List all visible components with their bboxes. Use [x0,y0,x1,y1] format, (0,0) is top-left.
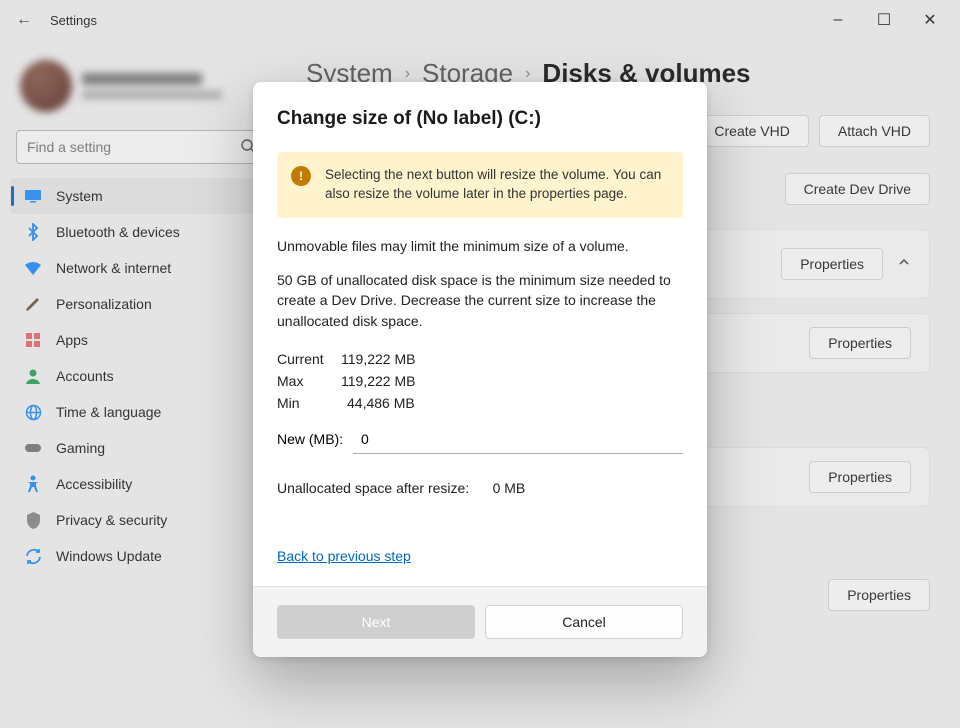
new-size-label: New (MB): [277,431,353,447]
warning-box: ! Selecting the next button will resize … [277,152,683,218]
cancel-button[interactable]: Cancel [485,605,683,639]
unallocated-label: Unallocated space after resize: [277,480,469,496]
stat-value: 119,222 MB [341,373,415,389]
stat-value: 44,486 MB [347,395,415,411]
resize-dialog: Change size of (No label) (C:) ! Selecti… [253,82,707,657]
stat-label: Current [277,351,341,367]
stat-current: Current 119,222 MB [277,351,683,367]
dialog-title: Change size of (No label) (C:) [277,108,683,130]
warning-text: Selecting the next button will resize th… [325,166,669,204]
dialog-footer: Next Cancel [253,586,707,657]
next-button[interactable]: Next [277,605,475,639]
stat-label: Max [277,373,341,389]
unallocated-row: Unallocated space after resize: 0 MB [277,480,683,496]
info-dev-drive: 50 GB of unallocated disk space is the m… [277,270,683,331]
info-unmovable: Unmovable files may limit the minimum si… [277,236,683,256]
unallocated-value: 0 MB [493,480,526,496]
new-size-input[interactable] [353,425,683,454]
stat-value: 119,222 MB [341,351,415,367]
back-to-previous-link[interactable]: Back to previous step [277,548,411,564]
stat-max: Max 119,222 MB [277,373,683,389]
new-size-row: New (MB): [277,425,683,454]
warning-icon: ! [291,166,311,186]
stat-min: Min 44,486 MB [277,395,683,411]
stat-label: Min [277,395,341,411]
